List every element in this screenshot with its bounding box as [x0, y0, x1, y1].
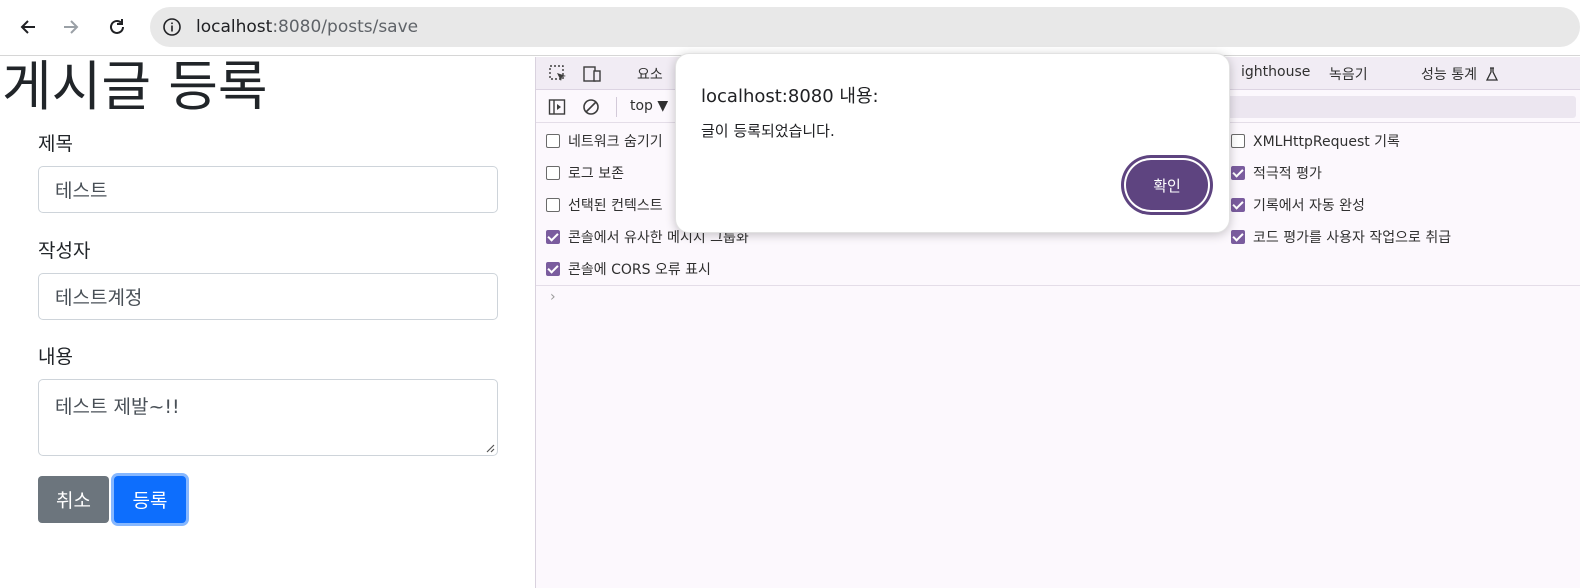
alert-dialog: localhost:8080 내용: 글이 등록되었습니다. 확인 — [675, 53, 1230, 233]
forward-button[interactable] — [56, 12, 86, 42]
setting-eager-eval[interactable]: 적극적 평가 — [1231, 163, 1322, 183]
tab-lighthouse[interactable]: ighthouse — [1241, 64, 1310, 80]
sidebar-toggle-icon[interactable] — [548, 98, 566, 116]
browser-toolbar: localhost:8080/posts/save — [0, 0, 1580, 56]
inspect-element-icon[interactable] — [548, 64, 568, 84]
info-icon[interactable] — [162, 17, 182, 37]
checkbox[interactable] — [546, 134, 560, 148]
ok-button[interactable]: 확인 — [1124, 158, 1210, 212]
setting-log-xhr[interactable]: XMLHttpRequest 기록 — [1231, 131, 1400, 151]
page-title: 게시글 등록 — [2, 55, 268, 118]
tab-elements[interactable]: 요소 — [637, 64, 663, 84]
checkbox[interactable] — [1231, 134, 1245, 148]
content-text: 테스트 제발~!! — [55, 396, 180, 418]
cancel-button[interactable]: 취소 — [38, 476, 109, 523]
checkbox[interactable] — [1231, 198, 1245, 212]
reload-icon — [110, 19, 124, 34]
setting-preserve-log[interactable]: 로그 보존 — [546, 163, 624, 183]
title-input[interactable]: 테스트 — [38, 166, 498, 213]
setting-hide-network[interactable]: 네트워크 숨기기 — [546, 131, 663, 151]
url-text: localhost:8080/posts/save — [196, 17, 419, 37]
context-select[interactable]: top ▼ — [630, 98, 668, 114]
checkbox[interactable] — [546, 166, 560, 180]
arrow-left-icon — [20, 20, 35, 34]
tab-performance-insights[interactable]: 성능 통계 — [1421, 64, 1499, 84]
setting-selected-context[interactable]: 선택된 컨텍스트 — [546, 195, 663, 215]
author-input[interactable]: 테스트계정 — [38, 273, 498, 320]
checkbox[interactable] — [1231, 166, 1245, 180]
title-label: 제목 — [38, 133, 73, 155]
chevron-down-icon: ▼ — [657, 98, 669, 114]
tab-recorder[interactable]: 녹음기 — [1329, 64, 1368, 84]
content-label: 내용 — [38, 346, 73, 368]
console-filter-input[interactable] — [1226, 96, 1576, 118]
setting-cors-errors[interactable]: 콘솔에 CORS 오류 표시 — [546, 259, 711, 279]
content-textarea[interactable]: 테스트 제발~!! — [38, 379, 498, 456]
clear-console-icon[interactable] — [582, 98, 600, 116]
console-prompt-chevron-icon[interactable]: › — [550, 289, 556, 305]
page-content: 게시글 등록 제목 테스트 작성자 테스트계정 내용 테스트 제발~!! 취소 … — [0, 57, 535, 588]
setting-autocomplete-history[interactable]: 기록에서 자동 완성 — [1231, 195, 1365, 215]
back-button[interactable] — [13, 12, 43, 42]
flask-icon — [1486, 67, 1499, 81]
checkbox[interactable] — [546, 198, 560, 212]
arrow-right-icon — [64, 20, 79, 34]
submit-button[interactable]: 등록 — [114, 476, 186, 523]
checkbox[interactable] — [546, 230, 560, 244]
dialog-title: localhost:8080 내용: — [701, 86, 879, 107]
reload-button[interactable] — [102, 12, 132, 42]
address-bar[interactable]: localhost:8080/posts/save — [150, 7, 1580, 47]
checkbox[interactable] — [1231, 230, 1245, 244]
dialog-message: 글이 등록되었습니다. — [701, 122, 835, 140]
author-label: 작성자 — [38, 240, 91, 262]
device-toolbar-icon[interactable] — [582, 64, 602, 84]
toolbar-divider — [616, 97, 617, 117]
setting-user-gesture[interactable]: 코드 평가를 사용자 작업으로 취급 — [1231, 227, 1451, 247]
checkbox[interactable] — [546, 262, 560, 276]
resize-grip-icon[interactable] — [485, 443, 495, 453]
